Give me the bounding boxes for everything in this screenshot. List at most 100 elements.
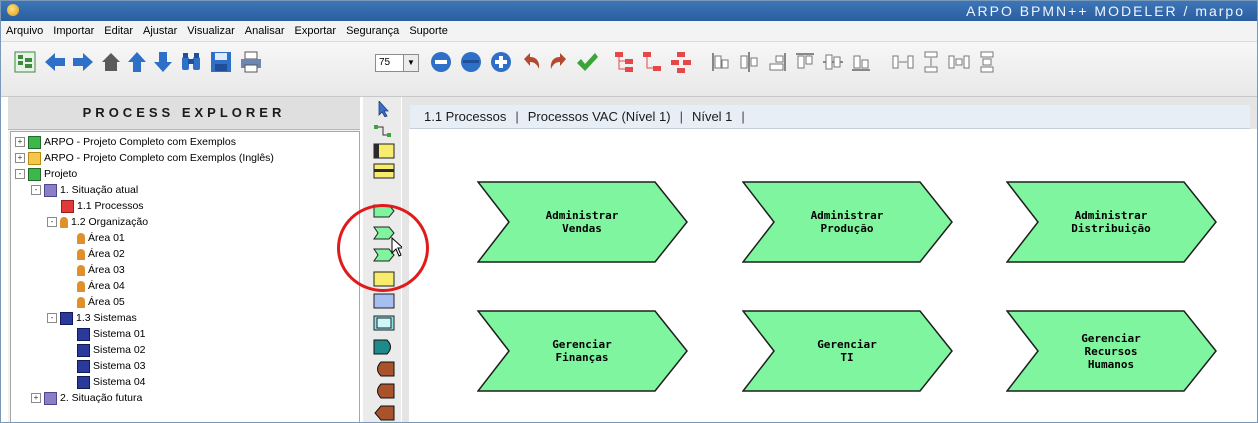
process-shape[interactable]: Administrar Produção bbox=[742, 181, 954, 263]
hierarchy-center-icon[interactable] bbox=[669, 50, 693, 74]
align-left-icon[interactable] bbox=[709, 50, 733, 74]
expand-icon[interactable]: + bbox=[15, 153, 25, 164]
tree-node-area-03[interactable]: Área 03 bbox=[77, 262, 125, 278]
menu-importar[interactable]: Importar bbox=[48, 21, 99, 37]
tree-view-icon[interactable] bbox=[13, 50, 37, 74]
tree-node-label: Área 05 bbox=[88, 296, 125, 308]
align-center-icon[interactable] bbox=[737, 50, 761, 74]
menu-exportar[interactable]: Exportar bbox=[290, 21, 342, 37]
breadcrumb: 1.1 Processos | Processos VAC (Nível 1) | Ní… bbox=[410, 105, 1250, 129]
back-arrow-icon[interactable] bbox=[43, 50, 67, 74]
project-icon bbox=[28, 135, 41, 149]
task-tool-icon[interactable] bbox=[373, 293, 395, 309]
tree-node-label: 1.2 Organização bbox=[71, 216, 149, 228]
menu-ajustar[interactable]: Ajustar bbox=[138, 21, 182, 37]
explorer-tree: + ARPO - Projeto Completo com Exemplos + A… bbox=[10, 131, 360, 422]
distribute-vertical-icon[interactable] bbox=[919, 50, 943, 74]
computer-icon bbox=[60, 311, 73, 325]
tree-node-sistema-03[interactable]: Sistema 03 bbox=[77, 358, 146, 374]
down-arrow-icon[interactable] bbox=[151, 50, 175, 74]
expand-icon[interactable]: + bbox=[31, 393, 41, 404]
tree-node-label: Sistema 03 bbox=[93, 360, 146, 372]
tree-node-sistema-01[interactable]: Sistema 01 bbox=[77, 326, 146, 342]
tree-node-projeto[interactable]: - Projeto bbox=[15, 166, 77, 182]
tree-node-label: Sistema 01 bbox=[93, 328, 146, 340]
check-icon[interactable] bbox=[575, 50, 599, 74]
document-tool-icon[interactable] bbox=[373, 361, 395, 377]
tree-node-area-02[interactable]: Área 02 bbox=[77, 246, 125, 262]
menu-arquivo[interactable]: Arquivo bbox=[1, 21, 48, 37]
same-width-icon[interactable] bbox=[947, 50, 971, 74]
hierarchy-right-icon[interactable] bbox=[641, 50, 665, 74]
input-tool-icon[interactable] bbox=[373, 405, 395, 421]
app-window: ARPO BPMN++ MODELER / marpo Arquivo Impor… bbox=[0, 0, 1258, 423]
data-store-tool-icon[interactable] bbox=[373, 339, 393, 355]
person-icon bbox=[77, 232, 85, 244]
expand-icon[interactable]: + bbox=[15, 137, 25, 148]
menu-seguranca[interactable]: Segurança bbox=[341, 21, 404, 37]
save-icon[interactable] bbox=[209, 50, 233, 74]
lane-tool-icon[interactable] bbox=[373, 163, 395, 179]
process-shape[interactable]: Administrar Vendas bbox=[477, 181, 689, 263]
process-explorer: PROCESS EXPLORER + ARPO - Projeto Complet… bbox=[8, 97, 360, 422]
binoculars-icon[interactable] bbox=[179, 50, 203, 74]
person-icon bbox=[77, 264, 85, 276]
output-tool-icon[interactable] bbox=[373, 383, 395, 399]
tree-node-arpo-exemplos-ingles[interactable]: + ARPO - Projeto Completo com Exemplos (I… bbox=[15, 150, 274, 166]
align-bottom-icon[interactable] bbox=[849, 50, 873, 74]
person-icon bbox=[77, 280, 85, 292]
tree-node-label: 1.1 Processos bbox=[77, 200, 144, 212]
same-height-icon[interactable] bbox=[975, 50, 999, 74]
zoom-out-icon[interactable] bbox=[429, 50, 453, 74]
tree-node-area-05[interactable]: Área 05 bbox=[77, 294, 125, 310]
tree-node-situacao-atual[interactable]: - 1. Situação atual bbox=[31, 182, 138, 198]
align-top-icon[interactable] bbox=[793, 50, 817, 74]
tree-node-sistemas[interactable]: - 1.3 Sistemas bbox=[47, 310, 137, 326]
pointer-tool-icon[interactable] bbox=[373, 99, 393, 118]
up-arrow-icon[interactable] bbox=[125, 50, 149, 74]
tree-node-sistema-02[interactable]: Sistema 02 bbox=[77, 342, 146, 358]
zoom-in-icon[interactable] bbox=[489, 50, 513, 74]
tree-node-area-01[interactable]: Área 01 bbox=[77, 230, 125, 246]
undo-icon[interactable] bbox=[519, 50, 543, 74]
process-shape[interactable]: Gerenciar Recursos Humanos bbox=[1006, 310, 1218, 392]
breadcrumb-item[interactable]: 1.1 Processos bbox=[424, 109, 506, 124]
pool-tool-icon[interactable] bbox=[373, 143, 395, 159]
zoom-reset-icon[interactable] bbox=[459, 50, 483, 74]
print-icon[interactable] bbox=[239, 50, 263, 74]
process-shape[interactable]: Administrar Distribuição bbox=[1006, 181, 1218, 263]
menu-visualizar[interactable]: Visualizar bbox=[182, 21, 240, 37]
process-shape[interactable]: Gerenciar Finanças bbox=[477, 310, 689, 392]
tree-node-label: Sistema 02 bbox=[93, 344, 146, 356]
collapse-icon[interactable]: - bbox=[47, 217, 57, 228]
align-middle-icon[interactable] bbox=[821, 50, 845, 74]
collapse-icon[interactable]: - bbox=[47, 313, 57, 324]
menu-editar[interactable]: Editar bbox=[99, 21, 138, 37]
tree-node-situacao-futura[interactable]: +2. Situação futura bbox=[31, 390, 142, 406]
menu-analisar[interactable]: Analisar bbox=[240, 21, 290, 37]
chevron-down-icon[interactable]: ▼ bbox=[403, 55, 418, 71]
distribute-horizontal-icon[interactable] bbox=[891, 50, 915, 74]
menu-suporte[interactable]: Suporte bbox=[404, 21, 453, 37]
connector-tool-icon[interactable] bbox=[373, 123, 393, 137]
tree-node-organizacao[interactable]: - 1.2 Organização bbox=[47, 214, 148, 230]
home-icon[interactable] bbox=[99, 50, 123, 74]
zoom-select[interactable]: 75 ▼ bbox=[375, 54, 419, 72]
tree-node-area-04[interactable]: Área 04 bbox=[77, 278, 125, 294]
app-icon[interactable] bbox=[7, 4, 19, 16]
hierarchy-left-icon[interactable] bbox=[613, 50, 637, 74]
forward-arrow-icon[interactable] bbox=[71, 50, 95, 74]
tree-node-arpo-exemplos[interactable]: + ARPO - Projeto Completo com Exemplos bbox=[15, 134, 236, 150]
process-shape[interactable]: Gerenciar TI bbox=[742, 310, 954, 392]
align-right-icon[interactable] bbox=[765, 50, 789, 74]
redo-icon[interactable] bbox=[547, 50, 571, 74]
subprocess-tool-icon[interactable] bbox=[373, 315, 395, 331]
breadcrumb-item[interactable]: Processos VAC (Nível 1) bbox=[528, 109, 671, 124]
tree-node-sistema-04[interactable]: Sistema 04 bbox=[77, 374, 146, 390]
collapse-icon[interactable]: - bbox=[31, 185, 41, 196]
tree-node-processos[interactable]: 1.1 Processos bbox=[61, 198, 144, 214]
title-bar: ARPO BPMN++ MODELER / marpo bbox=[1, 1, 1257, 21]
diagram-canvas[interactable]: Administrar Vendas Administrar Produção … bbox=[409, 129, 1257, 422]
breadcrumb-item[interactable]: Nível 1 bbox=[692, 109, 732, 124]
collapse-icon[interactable]: - bbox=[15, 169, 25, 180]
